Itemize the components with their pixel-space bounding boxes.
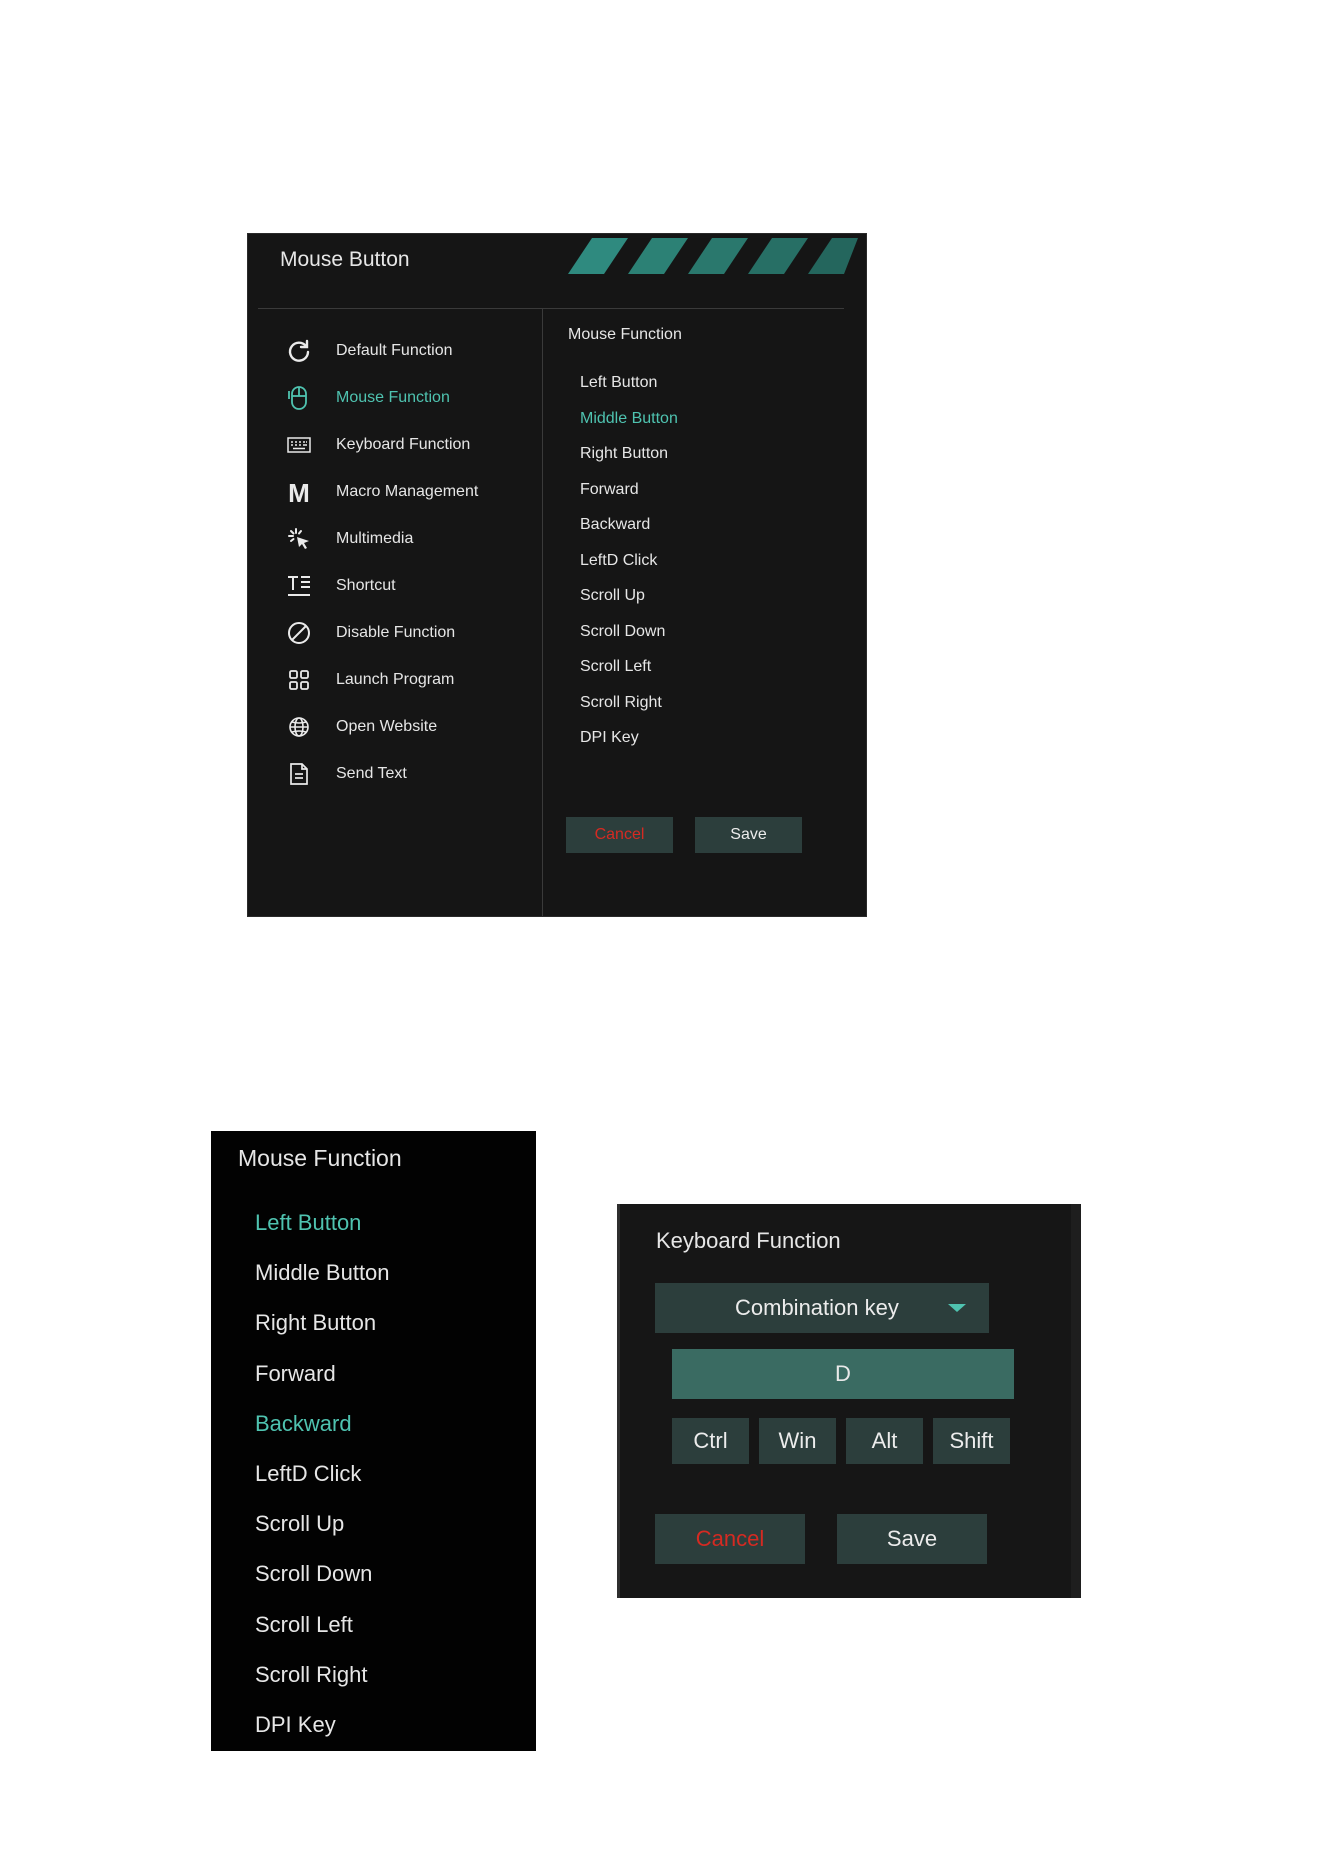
mouse-function-option[interactable]: Forward [255,1361,336,1387]
mouse-function-option[interactable]: LeftD Click [255,1461,361,1487]
modifier-win-button[interactable]: Win [759,1418,836,1464]
multimedia-click-icon [286,526,312,552]
mouse-option-item[interactable]: LeftD Click [580,552,657,570]
keyboard-cancel-button[interactable]: Cancel [655,1514,805,1564]
mouse-option-item[interactable]: Left Button [580,374,657,392]
sidebar-item-keyboard-function[interactable]: Keyboard Function [286,427,536,463]
combo-selected-label: Combination key [735,1295,899,1320]
sidebar-item-label: Shortcut [336,577,396,594]
modifier-ctrl-button[interactable]: Ctrl [672,1418,749,1464]
cancel-button[interactable]: Cancel [566,817,673,853]
sidebar-item-macro-management[interactable]: M Macro Management [286,474,536,510]
mouse-option-item[interactable]: DPI Key [580,729,639,747]
sidebar-item-send-text[interactable]: Send Text [286,756,536,792]
macro-m-icon: M [286,479,312,505]
modifier-alt-button[interactable]: Alt [846,1418,923,1464]
mouse-function-option[interactable]: Right Button [255,1310,376,1336]
sidebar-item-label: Multimedia [336,530,414,547]
mouse-function-option[interactable]: Middle Button [255,1260,390,1286]
header-stripes-decoration [568,238,858,274]
combination-key-dropdown[interactable]: Combination key [655,1283,989,1333]
mouse-function-panel: Mouse Function Left Button Middle Button R… [211,1131,536,1751]
keyboard-save-button[interactable]: Save [837,1514,987,1564]
globe-icon [286,714,312,740]
mouse-function-option[interactable]: Scroll Down [255,1561,372,1587]
chevron-down-icon [948,1304,966,1312]
mouse-function-title: Mouse Function [238,1145,402,1171]
sidebar-item-default-function[interactable]: Default Function [286,333,536,369]
mouse-option-item[interactable]: Scroll Left [580,658,651,676]
save-button[interactable]: Save [695,817,802,853]
mouse-function-option[interactable]: Scroll Left [255,1612,353,1638]
sidebar-item-label: Send Text [336,765,407,782]
grid-apps-icon [286,667,312,693]
keyboard-function-title: Keyboard Function [656,1228,841,1253]
modifier-shift-button[interactable]: Shift [933,1418,1010,1464]
header-divider [258,308,844,309]
sidebar-item-multimedia[interactable]: Multimedia [286,521,536,557]
sidebar-item-launch-program[interactable]: Launch Program [286,662,536,698]
mouse-option-item[interactable]: Forward [580,481,639,499]
document-icon [286,761,312,787]
mouse-option-item[interactable]: Backward [580,516,650,534]
mouse-option-item[interactable]: Scroll Up [580,587,645,605]
sidebar-item-label: Launch Program [336,671,455,688]
column-divider [542,308,543,916]
key-value-field[interactable]: D [672,1349,1014,1399]
mouse-option-item[interactable]: Scroll Down [580,623,665,641]
sidebar-item-label: Open Website [336,718,438,735]
mouse-button-panel: Mouse Button Default Function Mouse Func… [247,233,867,917]
refresh-icon [286,338,312,364]
mouse-icon [286,385,312,411]
mouse-option-item[interactable]: Right Button [580,445,668,463]
sidebar-item-label: Macro Management [336,483,479,500]
disable-icon [286,620,312,646]
mouse-function-option[interactable]: DPI Key [255,1712,336,1738]
mouse-function-option[interactable]: Scroll Up [255,1511,344,1537]
mouse-function-option[interactable]: Scroll Right [255,1662,367,1688]
sidebar-item-disable-function[interactable]: Disable Function [286,615,536,651]
panel-title: Mouse Button [280,248,410,271]
shortcut-text-icon [286,573,312,599]
keyboard-icon [286,432,312,458]
svg-text:M: M [288,480,310,504]
mouse-function-option[interactable]: Left Button [255,1210,361,1236]
mouse-function-heading: Mouse Function [568,326,682,343]
sidebar-item-label: Disable Function [336,624,456,641]
keyboard-function-panel: Keyboard Function Combination key D Ctrl… [617,1204,1081,1598]
sidebar-item-shortcut[interactable]: Shortcut [286,568,536,604]
sidebar-item-label: Keyboard Function [336,436,471,453]
sidebar-item-label: Default Function [336,342,453,359]
mouse-function-option[interactable]: Backward [255,1411,352,1437]
sidebar-item-open-website[interactable]: Open Website [286,709,536,745]
mouse-option-item[interactable]: Middle Button [580,410,678,428]
mouse-option-item[interactable]: Scroll Right [580,694,662,712]
sidebar-item-label: Mouse Function [336,389,450,406]
sidebar-item-mouse-function[interactable]: Mouse Function [286,380,536,416]
